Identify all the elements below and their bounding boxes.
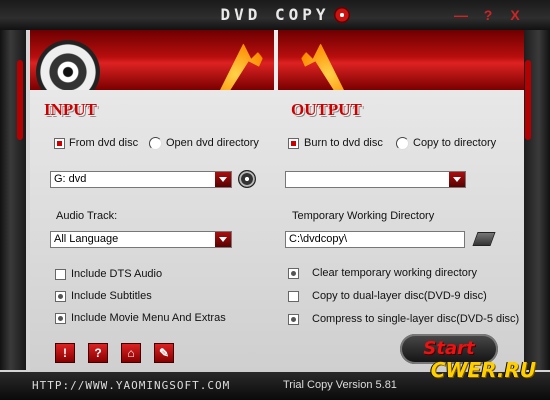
temp-dir-input[interactable]: C:\dvdcopy\ [285, 231, 465, 248]
target-drive-select[interactable] [285, 171, 466, 188]
close-button[interactable]: X [506, 7, 524, 23]
burn-to-disc-label: Burn to dvd disc [304, 137, 383, 149]
home-button[interactable]: ⌂ [121, 343, 141, 363]
include-dts-label: Include DTS Audio [71, 268, 163, 280]
header-banner [30, 30, 524, 90]
copy-to-directory-label: Copy to directory [413, 137, 497, 149]
output-heading: OUTPUT [291, 100, 362, 119]
main-panel: INPUT From dvd disc Open dvd directory G… [30, 90, 524, 372]
refresh-disc-icon[interactable] [238, 170, 256, 188]
include-subtitles-checkbox[interactable] [55, 291, 66, 302]
watermark-logo: CWER.RU [430, 358, 536, 382]
audio-track-select[interactable]: All Language [50, 231, 232, 248]
disc-graphic-icon [36, 40, 100, 90]
right-frame [522, 30, 550, 370]
source-drive-value: G: dvd [54, 173, 87, 185]
include-menu-checkbox[interactable] [55, 313, 66, 324]
version-text: Trial Copy Version 5.81 [283, 379, 397, 391]
edit-button[interactable]: ✎ [154, 343, 174, 363]
chevron-down-icon[interactable] [215, 172, 231, 187]
audio-track-value: All Language [54, 233, 119, 245]
temp-dir-label: Temporary Working Directory [292, 210, 435, 222]
include-dts-checkbox[interactable] [55, 269, 66, 280]
from-dvd-radio[interactable] [54, 138, 65, 149]
website-link[interactable]: HTTP://WWW.YAOMINGSOFT.COM [32, 379, 230, 392]
minimize-button[interactable]: — [452, 7, 470, 23]
arrow-graphic-icon [292, 38, 344, 90]
open-directory-label: Open dvd directory [166, 137, 259, 149]
warning-button[interactable]: ! [55, 343, 75, 363]
copy-to-directory-radio[interactable] [396, 137, 409, 150]
dual-layer-checkbox[interactable] [288, 291, 299, 302]
help-button[interactable]: ? [479, 7, 497, 23]
clear-temp-checkbox[interactable] [288, 268, 299, 279]
open-directory-radio[interactable] [149, 137, 162, 150]
left-frame [0, 30, 26, 370]
logo-disc-icon [334, 7, 350, 23]
title-bar[interactable]: DVD COPY — ? X [0, 0, 550, 30]
status-bar: HTTP://WWW.YAOMINGSOFT.COM Trial Copy Ve… [0, 358, 550, 400]
help-tool-button[interactable]: ? [88, 343, 108, 363]
include-menu-label: Include Movie Menu And Extras [71, 312, 226, 324]
banner-divider [274, 30, 278, 90]
chevron-down-icon[interactable] [215, 232, 231, 247]
single-layer-checkbox[interactable] [288, 314, 299, 325]
dual-layer-label: Copy to dual-layer disc(DVD-9 disc) [312, 290, 487, 302]
dvd-copy-window: DVD COPY — ? X INPUT From dvd disc Open … [0, 0, 550, 400]
audio-track-label: Audio Track: [56, 210, 118, 222]
from-dvd-label: From dvd disc [69, 137, 139, 149]
clear-temp-label: Clear temporary working directory [312, 267, 478, 279]
single-layer-label: Compress to single-layer disc(DVD-5 disc… [312, 313, 520, 325]
folder-browse-icon[interactable] [472, 232, 496, 246]
include-subtitles-label: Include Subtitles [71, 290, 152, 302]
burn-to-disc-radio[interactable] [288, 138, 299, 149]
source-drive-select[interactable]: G: dvd [50, 171, 232, 188]
input-heading: INPUT [44, 100, 97, 119]
arrow-graphic-icon [220, 38, 272, 90]
chevron-down-icon[interactable] [449, 172, 465, 187]
